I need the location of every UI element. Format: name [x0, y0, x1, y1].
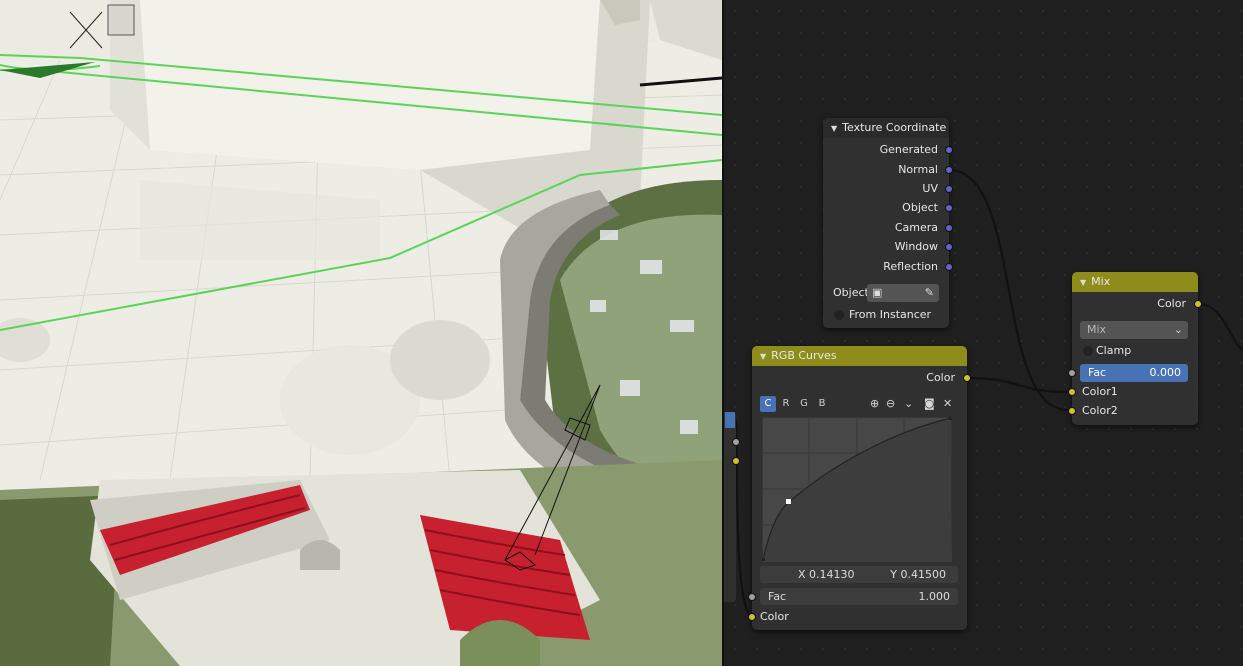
viewport-scene — [0, 0, 722, 666]
channel-g[interactable]: G — [796, 396, 812, 412]
output-color-label: Color — [926, 371, 955, 384]
shader-node-editor[interactable]: ▼ Texture Coordinate Generated Normal UV … — [724, 0, 1243, 666]
texture-coordinate-node[interactable]: ▼ Texture Coordinate Generated Normal UV … — [823, 118, 953, 328]
socket-color-in[interactable] — [748, 613, 756, 621]
from-instancer-checkbox[interactable] — [834, 310, 844, 320]
node-title: Mix — [1091, 275, 1111, 288]
clamp-label: Clamp — [1096, 344, 1132, 357]
eyedropper-icon[interactable]: ✎ — [925, 284, 934, 302]
chevron-down-icon[interactable]: ⌄ — [904, 397, 913, 410]
partial-node-header — [725, 412, 735, 428]
socket-uv[interactable] — [945, 185, 953, 193]
partial-node-socket-gray[interactable] — [732, 438, 740, 446]
fac-value[interactable]: 1.000 — [919, 588, 951, 605]
socket-color-out[interactable] — [1194, 300, 1202, 308]
triangle-down-icon[interactable]: ▼ — [760, 352, 766, 361]
channel-r[interactable]: R — [778, 396, 794, 412]
socket-fac-in[interactable] — [1068, 369, 1076, 377]
socket-color1-in[interactable] — [1068, 388, 1076, 396]
socket-color-out[interactable] — [963, 374, 971, 382]
output-reflection: Reflection — [883, 260, 938, 273]
partial-node-socket-yellow[interactable] — [732, 457, 740, 465]
socket-reflection[interactable] — [945, 263, 953, 271]
curve-widget[interactable] — [762, 417, 952, 562]
node-header[interactable]: ▼ Texture Coordinate — [823, 118, 949, 138]
socket-fac-in[interactable] — [748, 593, 756, 601]
output-generated: Generated — [879, 143, 938, 156]
fac-field[interactable]: Fac 1.000 — [760, 588, 958, 605]
chevron-down-icon: ⌄ — [1173, 323, 1183, 336]
triangle-down-icon[interactable]: ▼ — [831, 124, 837, 133]
fac-label: Fac — [768, 590, 787, 603]
fac-label: Fac — [1088, 366, 1107, 379]
fac-value[interactable]: 0.000 — [1150, 364, 1182, 382]
node-title: Texture Coordinate — [842, 121, 947, 134]
output-uv: UV — [922, 182, 938, 195]
triangle-down-icon[interactable]: ▼ — [1080, 278, 1086, 287]
blend-mode-select[interactable]: Mix ⌄ — [1080, 321, 1188, 339]
socket-window[interactable] — [945, 243, 953, 251]
point-coordinates[interactable]: X 0.14130 Y 0.41500 — [760, 566, 958, 583]
socket-object[interactable] — [945, 204, 953, 212]
socket-camera[interactable] — [945, 224, 953, 232]
close-icon[interactable]: ✕ — [943, 397, 952, 410]
blend-mode-value: Mix — [1087, 323, 1107, 336]
curve-point-selected — [786, 499, 791, 504]
color1-label: Color1 — [1082, 385, 1118, 398]
channel-b[interactable]: B — [814, 396, 830, 412]
fac-field[interactable]: Fac 0.000 — [1080, 364, 1188, 382]
output-normal: Normal — [898, 163, 938, 176]
zoom-in-icon[interactable]: ⊕ — [870, 397, 879, 410]
node-title: RGB Curves — [771, 349, 837, 362]
node-header[interactable]: ▼ Mix — [1072, 272, 1198, 292]
channel-c[interactable]: C — [760, 396, 776, 412]
output-color-label: Color — [1157, 297, 1186, 310]
input-color-label: Color — [760, 610, 789, 623]
zoom-out-icon[interactable]: ⊖ — [886, 397, 895, 410]
dot-icon[interactable]: ◙ — [924, 397, 935, 410]
point-x-value[interactable]: X 0.14130 — [798, 566, 855, 583]
socket-normal[interactable] — [945, 166, 953, 174]
clamp-checkbox[interactable] — [1083, 346, 1093, 356]
rgb-curves-node[interactable]: ▼ RGB Curves Color C R G B ⊕ ⊖ ⌄ ◙ ✕ X 0… — [748, 346, 971, 630]
object-square-icon: ▣ — [872, 286, 883, 299]
output-window: Window — [894, 240, 938, 253]
mix-node[interactable]: ▼ Mix Color Mix ⌄ Clamp Fac 0.000 Color1 … — [1068, 272, 1202, 425]
socket-generated[interactable] — [945, 146, 953, 154]
output-object: Object — [902, 201, 938, 214]
color2-label: Color2 — [1082, 404, 1118, 417]
socket-color2-in[interactable] — [1068, 407, 1076, 415]
node-header[interactable]: ▼ RGB Curves — [752, 346, 967, 366]
point-y-value[interactable]: Y 0.41500 — [890, 566, 946, 583]
from-instancer-label: From Instancer — [849, 308, 932, 321]
output-camera: Camera — [894, 221, 938, 234]
3d-viewport[interactable] — [0, 0, 722, 666]
object-field[interactable]: ▣ ✎ — [867, 284, 939, 302]
